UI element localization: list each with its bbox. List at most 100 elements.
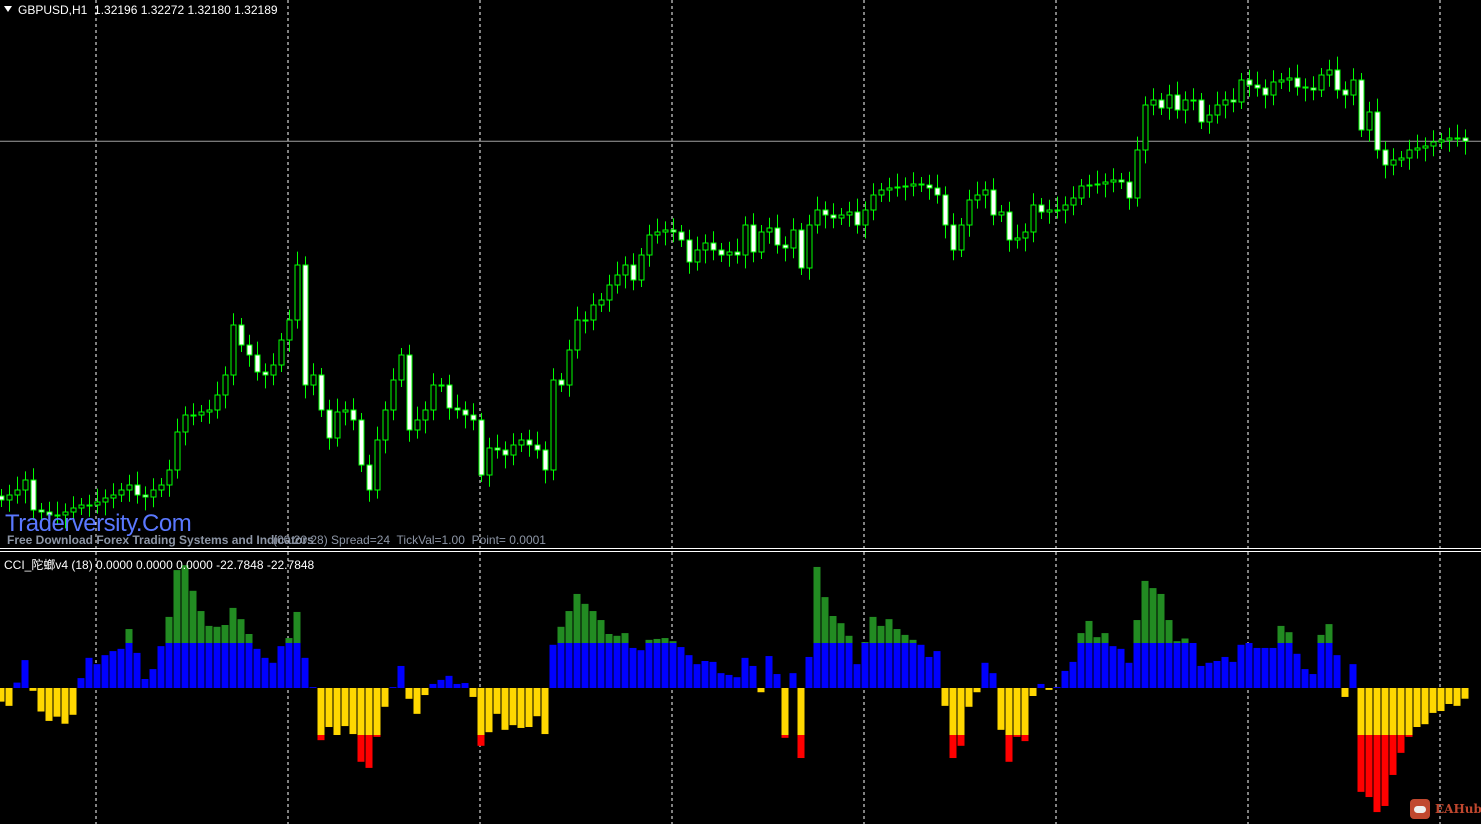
candle-bull (638, 254, 645, 281)
candle-bull (1238, 79, 1245, 103)
candle-bull (982, 189, 989, 196)
chart-header: GBPUSD,H1 1.32196 1.32272 1.32180 1.3218… (4, 3, 278, 17)
cci-bar-yellow (1405, 688, 1413, 735)
cci-bar-blue (1173, 643, 1181, 688)
candle-bull (1398, 157, 1405, 161)
cci-bar-blue (1093, 643, 1101, 688)
cci-bar-blue (21, 660, 29, 688)
candle-bull (1150, 99, 1157, 106)
cci-bar-blue (261, 657, 269, 688)
cci-bar-green (1173, 641, 1181, 643)
candle-bull (1286, 77, 1293, 81)
chart-canvas[interactable] (0, 0, 1481, 824)
cci-bar-green (213, 626, 221, 643)
candle-bear (406, 354, 413, 431)
candle-bull (790, 229, 797, 249)
candle-bull (206, 409, 213, 413)
candle-bull (1438, 139, 1445, 143)
candle-bull (198, 411, 205, 416)
candle-bull (382, 409, 389, 441)
spread-info: (00:20:28) Spread=24 TickVal=1.00 Point=… (273, 533, 546, 547)
cci-bar-blue (893, 643, 901, 688)
cci-bar-green (565, 611, 573, 643)
cci-bar-blue (1325, 643, 1333, 688)
cci-bar-blue (1189, 643, 1197, 688)
candle-bull (422, 409, 429, 421)
cci-bar-blue (725, 674, 733, 688)
cci-bar-blue (117, 648, 125, 688)
cci-bar-blue (1221, 656, 1229, 688)
candle-bull (838, 214, 845, 219)
candle-bull (414, 419, 421, 431)
cci-bar-yellow (37, 688, 45, 712)
cci-bar-yellow (357, 688, 365, 735)
candle-bull (1454, 137, 1461, 140)
cci-bar-blue (269, 662, 277, 688)
cci-bar-yellow (1397, 688, 1405, 735)
cci-bar-blue (1109, 646, 1117, 688)
cci-bar-yellow (1381, 688, 1389, 735)
cci-bar-blue (437, 679, 445, 688)
cci-bar-yellow (1357, 688, 1365, 735)
candle-bull (550, 379, 557, 471)
cci-bar-yellow (1029, 688, 1037, 696)
candle-bull (518, 439, 525, 446)
dropdown-triangle-icon[interactable] (4, 6, 12, 12)
cci-bar-green (573, 593, 581, 643)
candle-bear (366, 464, 373, 491)
cci-bar-green (869, 616, 877, 643)
logo-text: EAHub (1435, 802, 1481, 816)
cci-bar-yellow (421, 688, 429, 696)
cci-bar-blue (685, 655, 693, 688)
cci-bar-blue (709, 661, 717, 688)
candle-bear (534, 444, 541, 451)
candle-bear (134, 484, 141, 496)
cci-bar-blue (901, 643, 909, 688)
candle-bull (166, 469, 173, 486)
cci-bar-blue (1077, 643, 1085, 688)
cci-bar-green (1277, 625, 1285, 643)
candle-bull (894, 186, 901, 189)
cci-bar-blue (1197, 665, 1205, 688)
cci-bar-blue (429, 683, 437, 688)
candle-bull (1102, 181, 1109, 185)
candle-bull (94, 501, 101, 506)
candle-bull (702, 242, 709, 251)
candle-bear (478, 419, 485, 476)
cci-bar-blue (597, 643, 605, 688)
cci-bar-blue (125, 643, 133, 688)
candle-bull (150, 489, 157, 498)
candle-bull (574, 319, 581, 351)
cci-bar-blue (1085, 643, 1093, 688)
cci-bar-red (1397, 735, 1405, 753)
cci-bar-green (645, 639, 653, 643)
candle-bear (1342, 89, 1349, 96)
cci-bar-yellow (997, 688, 1005, 730)
candle-bull (1190, 99, 1197, 102)
cci-bar-yellow (69, 688, 77, 715)
cci-bar-yellow (1021, 688, 1029, 735)
cci-bar-yellow (1429, 688, 1437, 713)
candle-bear (558, 379, 565, 386)
cci-bar-yellow (1341, 688, 1349, 697)
cci-bar-blue (141, 679, 149, 688)
candle-bear (1262, 87, 1269, 96)
candle-bull (310, 374, 317, 386)
cci-bar-blue (205, 643, 213, 688)
candle-bull (438, 384, 445, 387)
candle-bull (190, 414, 197, 417)
candle-bear (1374, 111, 1381, 151)
cci-bar-yellow (29, 688, 37, 691)
cci-bar-blue (461, 683, 469, 688)
candle-bear (358, 419, 365, 466)
candle-bull (1326, 69, 1333, 76)
cci-bar-blue (837, 643, 845, 688)
cci-bar-yellow (1413, 688, 1421, 728)
candle-bear (262, 371, 269, 376)
candle-bear (542, 449, 549, 471)
cci-bar-green (845, 635, 853, 643)
candle-bear (774, 227, 781, 246)
cci-bar-green (1157, 593, 1165, 643)
candle-bull (1054, 209, 1061, 212)
candle-bull (606, 284, 613, 301)
